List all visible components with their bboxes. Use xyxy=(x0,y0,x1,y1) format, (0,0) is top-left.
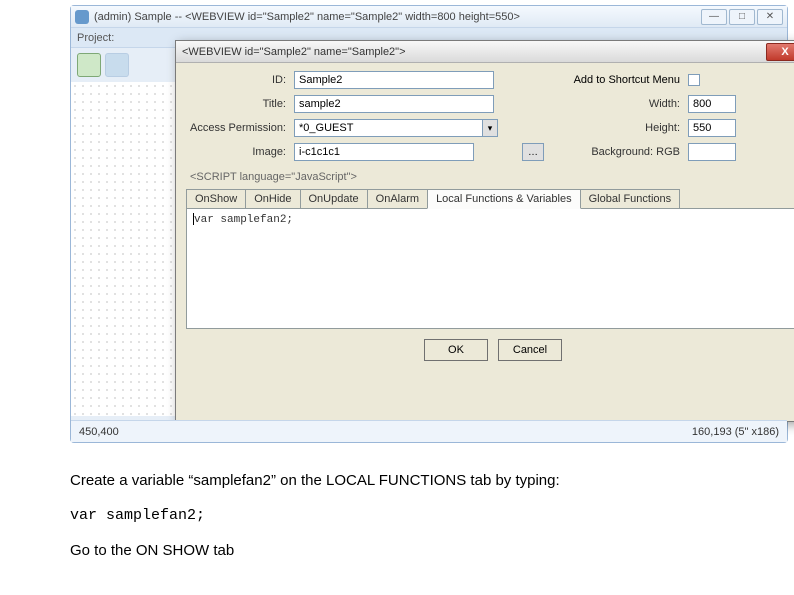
tab-onupdate[interactable]: OnUpdate xyxy=(300,189,368,208)
tab-global-functions[interactable]: Global Functions xyxy=(580,189,681,208)
access-combo[interactable]: ▾ xyxy=(294,119,514,137)
instruction-code: var samplefan2; xyxy=(70,505,560,526)
title-prefix: (admin) Sample -- xyxy=(94,11,185,23)
window-controls: ― □ ✕ xyxy=(701,9,783,25)
width-input[interactable] xyxy=(688,95,736,113)
cancel-button[interactable]: Cancel xyxy=(498,339,562,361)
close-window-button[interactable]: ✕ xyxy=(757,9,783,25)
minimize-button[interactable]: ― xyxy=(701,9,727,25)
dialog-close-button[interactable]: X xyxy=(766,43,794,61)
tab-local-functions[interactable]: Local Functions & Variables xyxy=(427,189,581,209)
background-input[interactable] xyxy=(688,143,736,161)
script-tabstrip: OnShow OnHide OnUpdate OnAlarm Local Fun… xyxy=(186,187,794,209)
script-section-label: <SCRIPT language="JavaScript"> xyxy=(190,171,794,183)
app-icon xyxy=(75,10,89,24)
title-tag-text: <WEBVIEW id="Sample2" name="Sample2" wid… xyxy=(185,11,520,23)
height-input[interactable] xyxy=(688,119,736,137)
label-width: Width: xyxy=(560,98,680,110)
label-shortcut: Add to Shortcut Menu xyxy=(574,74,680,86)
label-height: Height: xyxy=(560,122,680,134)
ok-button[interactable]: OK xyxy=(424,339,488,361)
access-input[interactable] xyxy=(294,119,482,137)
title-input[interactable] xyxy=(294,95,494,113)
tab-onhide[interactable]: OnHide xyxy=(245,189,300,208)
editor-content: var samplefan2; xyxy=(194,214,293,226)
dialog-titlebar: <WEBVIEW id="Sample2" name="Sample2"> X xyxy=(176,41,794,63)
tab-onalarm[interactable]: OnAlarm xyxy=(367,189,428,208)
instruction-line2: Go to the ON SHOW tab xyxy=(70,540,560,561)
shortcut-menu-row: Add to Shortcut Menu xyxy=(560,74,680,86)
label-id: ID: xyxy=(186,74,286,86)
form-grid: ID: Add to Shortcut Menu Title: Width: A… xyxy=(186,71,794,161)
status-coords-right: 160,193 (5" x186) xyxy=(692,426,779,438)
image-input[interactable] xyxy=(294,143,474,161)
access-dropdown-button[interactable]: ▾ xyxy=(482,119,498,137)
label-access: Access Permission: xyxy=(186,122,286,134)
app-titlebar: (admin) Sample -- <WEBVIEW id="Sample2" … xyxy=(71,6,787,28)
dialog-footer: OK Cancel xyxy=(186,329,794,367)
maximize-button[interactable]: □ xyxy=(729,9,755,25)
dialog-body: ID: Add to Shortcut Menu Title: Width: A… xyxy=(176,63,794,373)
application-window: (admin) Sample -- <WEBVIEW id="Sample2" … xyxy=(70,5,788,443)
tab-onshow[interactable]: OnShow xyxy=(186,189,246,208)
status-coords-left: 450,400 xyxy=(79,426,119,438)
id-input[interactable] xyxy=(294,71,494,89)
project-label: Project: xyxy=(77,32,114,44)
statusbar: 450,400 160,193 (5" x186) xyxy=(71,420,787,442)
dialog-title-text: <WEBVIEW id="Sample2" name="Sample2"> xyxy=(182,46,406,58)
toolbar-button-open[interactable] xyxy=(105,53,129,77)
shortcut-checkbox[interactable] xyxy=(688,74,700,86)
app-title: (admin) Sample -- <WEBVIEW id="Sample2" … xyxy=(94,11,701,23)
script-editor[interactable]: var samplefan2; xyxy=(186,209,794,329)
instruction-line1: Create a variable “samplefan2” on the LO… xyxy=(70,470,560,491)
webview-properties-dialog: <WEBVIEW id="Sample2" name="Sample2"> X … xyxy=(175,40,794,422)
label-image: Image: xyxy=(186,146,286,158)
label-title: Title: xyxy=(186,98,286,110)
toolbar-button-new[interactable] xyxy=(77,53,101,77)
image-browse-button[interactable]: … xyxy=(522,143,544,161)
instructions-block: Create a variable “samplefan2” on the LO… xyxy=(70,470,560,575)
label-background: Background: RGB xyxy=(560,146,680,158)
